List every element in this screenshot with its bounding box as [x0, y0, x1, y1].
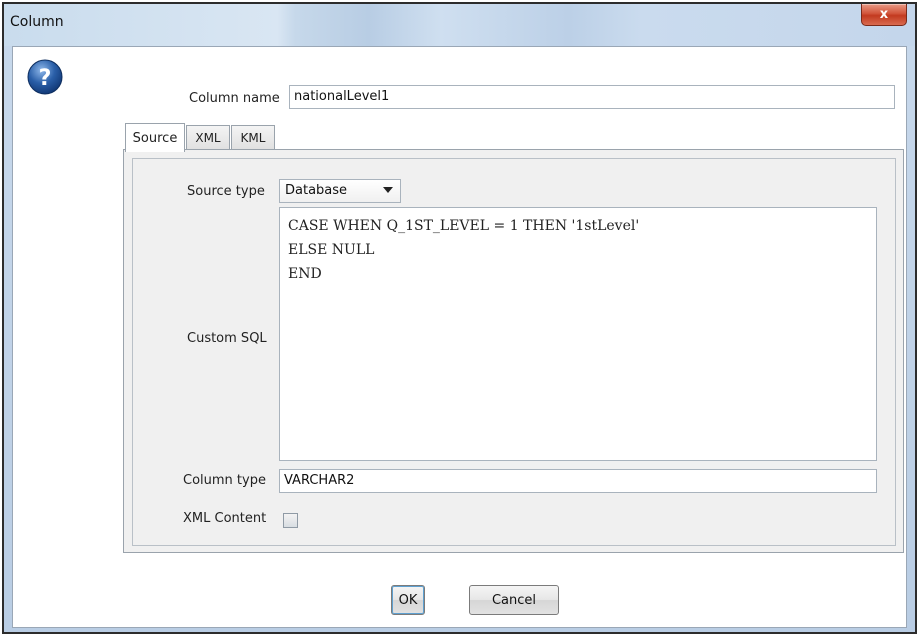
svg-text:?: ? [39, 66, 52, 91]
source-tab-panel: Source type Database Custom SQL CASE WHE… [123, 149, 904, 553]
column-type-label: Column type [183, 473, 266, 488]
source-settings-group: Source type Database Custom SQL CASE WHE… [132, 158, 896, 546]
xml-content-label: XML Content [183, 511, 267, 526]
title-bar[interactable]: Column x [4, 4, 915, 46]
source-type-value: Database [285, 183, 348, 198]
xml-content-checkbox[interactable] [283, 513, 298, 528]
column-dialog: Column x ? Column name nationalLevel1 So… [2, 2, 917, 634]
column-name-label: Column name [189, 91, 280, 106]
custom-sql-label: Custom SQL [187, 331, 267, 346]
source-type-select[interactable]: Database [279, 179, 401, 203]
custom-sql-editor[interactable]: CASE WHEN Q_1ST_LEVEL = 1 THEN '1stLevel… [279, 207, 877, 461]
close-icon: x [879, 7, 889, 22]
column-type-field[interactable]: VARCHAR2 [279, 469, 877, 493]
dialog-body: ? Column name nationalLevel1 Source XML … [12, 46, 907, 628]
tab-source[interactable]: Source [125, 123, 185, 152]
question-icon: ? [27, 59, 63, 95]
close-button[interactable]: x [861, 4, 907, 26]
ok-button[interactable]: OK [391, 585, 425, 615]
cancel-button[interactable]: Cancel [469, 585, 559, 615]
tab-xml[interactable]: XML [186, 125, 230, 150]
source-type-label: Source type [187, 184, 265, 199]
column-name-field[interactable]: nationalLevel1 [289, 85, 895, 109]
window-title: Column [10, 14, 64, 30]
chevron-down-icon [383, 187, 393, 193]
tab-kml[interactable]: KML [231, 125, 275, 150]
